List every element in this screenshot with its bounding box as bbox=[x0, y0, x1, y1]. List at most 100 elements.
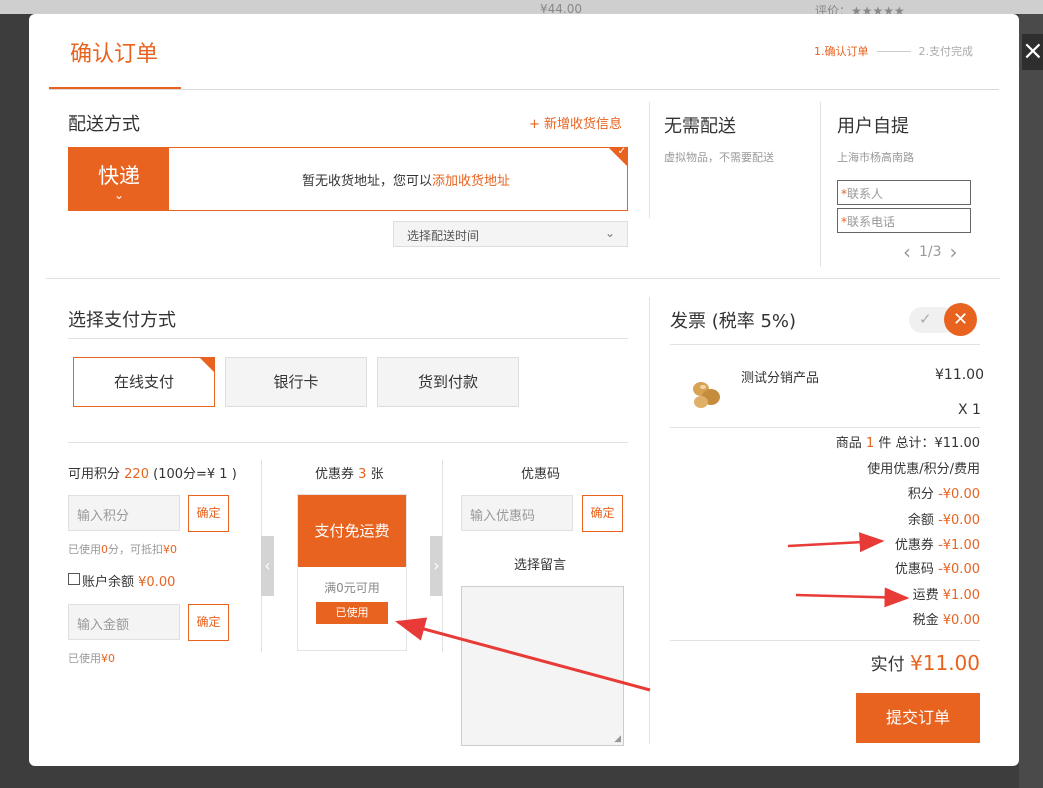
summary-row-balance: 余额 -¥0.00 bbox=[669, 509, 980, 528]
balance-used-value: ¥0 bbox=[101, 652, 115, 665]
row-value: -¥0.00 bbox=[938, 562, 980, 577]
divider bbox=[649, 297, 650, 744]
chevron-right-icon[interactable]: › bbox=[950, 240, 958, 264]
discount-header: 使用优惠/积分/费用 bbox=[867, 462, 980, 477]
pay-total-value: ¥11.00 bbox=[910, 651, 980, 675]
goods-count: 1 bbox=[865, 436, 875, 451]
message-textarea[interactable]: ◢ bbox=[461, 586, 624, 746]
coupon-count-label: 优惠券 3 张 bbox=[315, 463, 384, 482]
check-icon: ✓ bbox=[919, 310, 932, 328]
goods-suffix: 件 总计：¥11.00 bbox=[878, 436, 980, 451]
points-value: 220 bbox=[124, 467, 149, 482]
close-icon: ✕ bbox=[944, 303, 977, 336]
goods-prefix: 商品 bbox=[835, 436, 862, 451]
close-icon[interactable]: × bbox=[1022, 34, 1043, 70]
coupon-label-prefix: 优惠券 bbox=[315, 467, 355, 482]
express-label: 快递 bbox=[98, 164, 140, 188]
step-separator bbox=[876, 50, 911, 52]
points-input[interactable]: 输入积分 bbox=[68, 495, 180, 531]
self-pickup-title[interactable]: 用户自提 bbox=[837, 112, 909, 138]
no-delivery-title[interactable]: 无需配送 bbox=[664, 112, 736, 138]
step-paid: 2.支付完成 bbox=[918, 45, 974, 58]
pay-bankcard-button[interactable]: 银行卡 bbox=[225, 357, 367, 407]
balance-label-text: 账户余额 bbox=[82, 575, 135, 590]
pay-online-label: 在线支付 bbox=[113, 373, 174, 391]
points-used-value: 0 bbox=[101, 543, 108, 556]
submit-order-button[interactable]: 提交订单 bbox=[856, 693, 980, 743]
express-tag[interactable]: 快递 ⌄ bbox=[69, 148, 169, 210]
confirm-order-modal: 确认订单 1.确认订单 2.支付完成 配送方式 + 新增收货信息 快递 ⌄ 暂无… bbox=[29, 14, 1019, 766]
coupon-label-suffix: 张 bbox=[370, 467, 384, 482]
summary-row-tax: 税金 ¥0.00 bbox=[669, 609, 980, 628]
row-label: 运费 bbox=[912, 588, 939, 603]
balance-confirm-button[interactable]: 确定 bbox=[188, 604, 229, 641]
divider bbox=[670, 640, 980, 641]
points-used-mid: 分，可抵扣 bbox=[108, 543, 163, 556]
row-value: -¥1.00 bbox=[938, 538, 980, 553]
row-value: ¥0.00 bbox=[942, 613, 980, 628]
add-address-link[interactable]: + 新增收货信息 bbox=[529, 113, 622, 132]
contact-placeholder: 联系人 bbox=[847, 187, 884, 201]
check-icon: ✓ bbox=[617, 146, 626, 157]
balance-input[interactable]: 输入金额 bbox=[68, 604, 180, 640]
balance-value: ¥0.00 bbox=[138, 575, 176, 590]
points-label: 可用积分 220 (100分=¥ 1 ) bbox=[68, 463, 237, 482]
check-icon: ✓ bbox=[206, 374, 214, 384]
product-qty: X 1 bbox=[958, 402, 981, 418]
no-delivery-desc: 虚拟物品，不需要配送 bbox=[664, 151, 774, 164]
row-label: 优惠码 bbox=[894, 562, 934, 577]
contact-field[interactable]: *联系人 bbox=[837, 180, 971, 205]
row-label: 积分 bbox=[907, 487, 934, 502]
modal-title: 确认订单 bbox=[70, 42, 159, 67]
promo-code-label: 优惠码 bbox=[521, 467, 561, 482]
no-address-text: 暂无收货地址，您可以添加收货地址 bbox=[196, 170, 616, 189]
add-address-inline-link[interactable]: 添加收货地址 bbox=[432, 174, 510, 189]
points-label-prefix: 可用积分 bbox=[68, 467, 121, 482]
divider bbox=[670, 427, 980, 428]
phone-field[interactable]: *联系电话 bbox=[837, 208, 971, 233]
summary-row-coupon: 优惠券 -¥1.00 bbox=[669, 534, 980, 553]
message-label: 选择留言 bbox=[514, 558, 567, 573]
coupon-count: 3 bbox=[358, 467, 367, 482]
balance-used-prefix: 已使用 bbox=[68, 652, 101, 665]
coupon-card[interactable]: 支付免运费 满0元可用 已使用 bbox=[297, 494, 407, 651]
summary-row-points: 积分 -¥0.00 bbox=[669, 483, 980, 502]
coupon-prev-arrow[interactable]: ‹ bbox=[261, 536, 274, 596]
row-value: -¥0.00 bbox=[938, 487, 980, 502]
pay-total: 实付 ¥11.00 bbox=[669, 650, 980, 675]
delivery-time-select[interactable]: 选择配送时间 ⌄ bbox=[393, 221, 628, 247]
divider bbox=[820, 102, 821, 267]
coupon-title: 支付免运费 bbox=[298, 495, 406, 567]
step-confirm: 1.确认订单 bbox=[814, 45, 869, 58]
chevron-down-icon: ⌄ bbox=[604, 226, 615, 240]
points-rate: (100分=¥ 1 ) bbox=[153, 467, 237, 482]
scroll-gutter bbox=[1019, 14, 1043, 788]
chevron-left-icon[interactable]: ‹ bbox=[903, 240, 911, 264]
points-used-money: ¥0 bbox=[163, 543, 177, 556]
express-option[interactable]: 快递 ⌄ 暂无收货地址，您可以添加收货地址 ✓ bbox=[68, 146, 628, 211]
product-image bbox=[693, 382, 720, 408]
row-label: 税金 bbox=[912, 613, 939, 628]
section-divider bbox=[46, 278, 1000, 279]
phone-placeholder: 联系电话 bbox=[847, 215, 896, 229]
balance-checkbox[interactable] bbox=[68, 573, 80, 585]
resize-handle-icon[interactable]: ◢ bbox=[614, 734, 621, 744]
row-value: ¥1.00 bbox=[942, 588, 980, 603]
pay-online-button[interactable]: 在线支付 ✓ bbox=[73, 357, 215, 407]
pay-cod-button[interactable]: 货到付款 bbox=[377, 357, 519, 407]
coupon-status-badge: 已使用 bbox=[316, 602, 388, 624]
balance-label: 账户余额 ¥0.00 bbox=[82, 571, 175, 590]
coupon-condition: 满0元可用 bbox=[324, 581, 380, 595]
payment-title: 选择支付方式 bbox=[68, 310, 176, 331]
points-used: 已使用0分，可抵扣¥0 bbox=[68, 541, 177, 557]
promo-confirm-button[interactable]: 确定 bbox=[582, 495, 623, 532]
pickup-page: 1/3 bbox=[919, 244, 942, 260]
pay-total-label: 实付 bbox=[870, 655, 905, 675]
pickup-address: 上海市杨高南路 bbox=[837, 151, 914, 164]
step-indicator: 1.确认订单 2.支付完成 bbox=[814, 43, 973, 59]
promo-code-input[interactable]: 输入优惠码 bbox=[461, 495, 573, 531]
delivery-time-label: 选择配送时间 bbox=[407, 229, 480, 243]
invoice-toggle[interactable]: ✓ ✕ bbox=[909, 303, 977, 336]
points-confirm-button[interactable]: 确定 bbox=[188, 495, 229, 532]
divider bbox=[442, 460, 443, 652]
